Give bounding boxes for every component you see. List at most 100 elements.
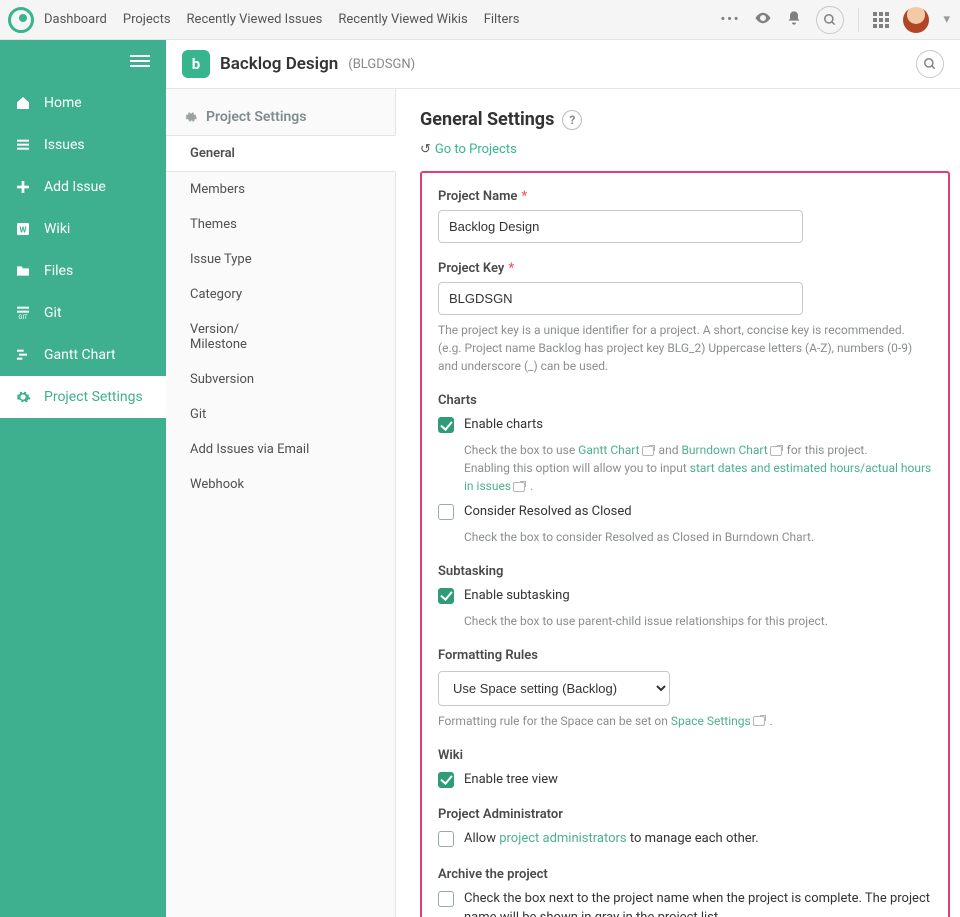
allow-admin-label: Allow project administrators to manage e… [464, 830, 759, 849]
formatting-rules-select[interactable]: Use Space setting (Backlog) [438, 671, 670, 706]
sidebar-item-files[interactable]: Files [0, 250, 166, 292]
sidebar-label: Gantt Chart [44, 347, 116, 363]
settings-subnav: Project Settings General Members Themes … [166, 89, 396, 917]
subnav-webhook[interactable]: Webhook [166, 467, 395, 502]
external-link-icon [753, 716, 765, 726]
plus-icon [14, 178, 32, 196]
subnav-issue-type[interactable]: Issue Type [166, 242, 395, 277]
avatar[interactable] [903, 7, 929, 33]
search-icon[interactable] [816, 6, 844, 34]
nav-filters[interactable]: Filters [484, 12, 520, 27]
gear-icon [14, 388, 32, 406]
project-key-hint: The project key is a unique identifier f… [438, 321, 932, 375]
files-icon [14, 262, 32, 280]
archive-label: Check the box next to the project name w… [464, 890, 932, 917]
space-settings-link[interactable]: Space Settings [671, 714, 751, 728]
sidebar-item-wiki[interactable]: W Wiki [0, 208, 166, 250]
burndown-chart-link[interactable]: Burndown Chart [681, 443, 767, 457]
subnav-title: Project Settings [166, 103, 395, 135]
sidebar-label: Files [44, 263, 73, 279]
sidebar-label: Wiki [44, 221, 70, 237]
svg-text:W: W [20, 225, 27, 234]
resolved-closed-hint: Check the box to consider Resolved as Cl… [464, 528, 932, 546]
project-name: Backlog Design [220, 54, 338, 74]
subnav-members[interactable]: Members [166, 172, 395, 207]
project-bar: b Backlog Design (BLGDSGN) [166, 40, 960, 89]
enable-charts-label: Enable charts [464, 416, 543, 435]
sidebar-label: Issues [44, 137, 85, 153]
backlog-logo-icon[interactable] [8, 7, 34, 33]
sidebar-label: Add Issue [44, 179, 106, 195]
wiki-section-title: Wiki [438, 748, 932, 763]
page-title: General Settings? [420, 109, 960, 130]
nav-projects[interactable]: Projects [123, 12, 171, 27]
resolved-closed-label: Consider Resolved as Closed [464, 503, 632, 522]
nav-recent-issues[interactable]: Recently Viewed Issues [187, 12, 323, 27]
sidebar-label: Git [44, 305, 62, 321]
nav-recent-wikis[interactable]: Recently Viewed Wikis [338, 12, 467, 27]
topbar-actions: ••• ▾ [720, 6, 950, 34]
project-name-label: Project Name* [438, 189, 932, 204]
subnav-general[interactable]: General [166, 135, 396, 172]
go-to-projects-link[interactable]: ↺Go to Projects [420, 142, 960, 157]
external-link-icon [513, 482, 525, 492]
chevron-down-icon[interactable]: ▾ [943, 12, 950, 27]
subtask-title: Subtasking [438, 564, 932, 579]
subnav-git[interactable]: Git [166, 397, 395, 432]
format-title: Formatting Rules [438, 648, 932, 663]
divider [858, 8, 859, 32]
apps-icon[interactable] [873, 12, 889, 28]
list-icon [14, 136, 32, 154]
settings-main: General Settings? ↺Go to Projects Projec… [396, 89, 960, 917]
home-icon [14, 94, 32, 112]
sidebar-label: Project Settings [44, 389, 143, 405]
project-badge-icon: b [182, 50, 210, 78]
sidebar-item-git[interactable]: GITGit [0, 292, 166, 334]
gantt-chart-link[interactable]: Gantt Chart [578, 443, 639, 457]
project-search-icon[interactable] [916, 50, 944, 78]
enable-subtask-label: Enable subtasking [464, 587, 570, 606]
sidebar-item-add-issue[interactable]: Add Issue [0, 166, 166, 208]
charts-title: Charts [438, 393, 932, 408]
wiki-tree-view-checkbox[interactable] [438, 772, 454, 788]
gantt-icon [14, 346, 32, 364]
external-link-icon [642, 446, 654, 456]
wiki-tree-view-label: Enable tree view [464, 771, 558, 790]
bell-icon[interactable] [786, 10, 802, 30]
settings-form: Project Name* Project Key* The project k… [420, 171, 950, 917]
format-hint: Formatting rule for the Space can be set… [438, 712, 932, 730]
sidebar-item-project-settings[interactable]: Project Settings [0, 376, 166, 418]
topbar: Dashboard Projects Recently Viewed Issue… [0, 0, 960, 40]
help-icon[interactable]: ? [562, 110, 582, 130]
enable-charts-checkbox[interactable] [438, 417, 454, 433]
subnav-category[interactable]: Category [166, 277, 395, 312]
resolved-closed-checkbox[interactable] [438, 504, 454, 520]
sidebar-item-gantt[interactable]: Gantt Chart [0, 334, 166, 376]
project-key-label: Project Key* [438, 261, 932, 276]
allow-admin-checkbox[interactable] [438, 831, 454, 847]
enable-subtask-checkbox[interactable] [438, 588, 454, 604]
project-name-input[interactable] [438, 210, 803, 243]
subnav-add-issues-email[interactable]: Add Issues via Email [166, 432, 395, 467]
external-link-icon [770, 446, 782, 456]
project-key: (BLGDSGN) [348, 57, 415, 72]
subnav-version-milestone[interactable]: Version/ Milestone [166, 312, 395, 362]
subtask-hint: Check the box to use parent-child issue … [464, 612, 932, 630]
left-sidebar: Home Issues Add Issue W Wiki Files GITGit… [0, 40, 166, 917]
subnav-subversion[interactable]: Subversion [166, 362, 395, 397]
nav-dashboard[interactable]: Dashboard [44, 12, 107, 27]
content-area: b Backlog Design (BLGDSGN) Project Setti… [166, 40, 960, 917]
sidebar-label: Home [44, 95, 82, 111]
charts-hint: Check the box to use Gantt Chart and Bur… [464, 441, 932, 495]
menu-toggle-icon[interactable] [0, 40, 166, 82]
project-admin-link[interactable]: project administrators [499, 831, 626, 846]
sidebar-item-issues[interactable]: Issues [0, 124, 166, 166]
project-key-input[interactable] [438, 282, 803, 315]
more-icon[interactable]: ••• [720, 12, 740, 27]
back-arrow-icon: ↺ [420, 142, 431, 157]
watch-icon[interactable] [754, 9, 772, 31]
admin-title: Project Administrator [438, 807, 932, 822]
archive-checkbox[interactable] [438, 891, 454, 907]
sidebar-item-home[interactable]: Home [0, 82, 166, 124]
subnav-themes[interactable]: Themes [166, 207, 395, 242]
